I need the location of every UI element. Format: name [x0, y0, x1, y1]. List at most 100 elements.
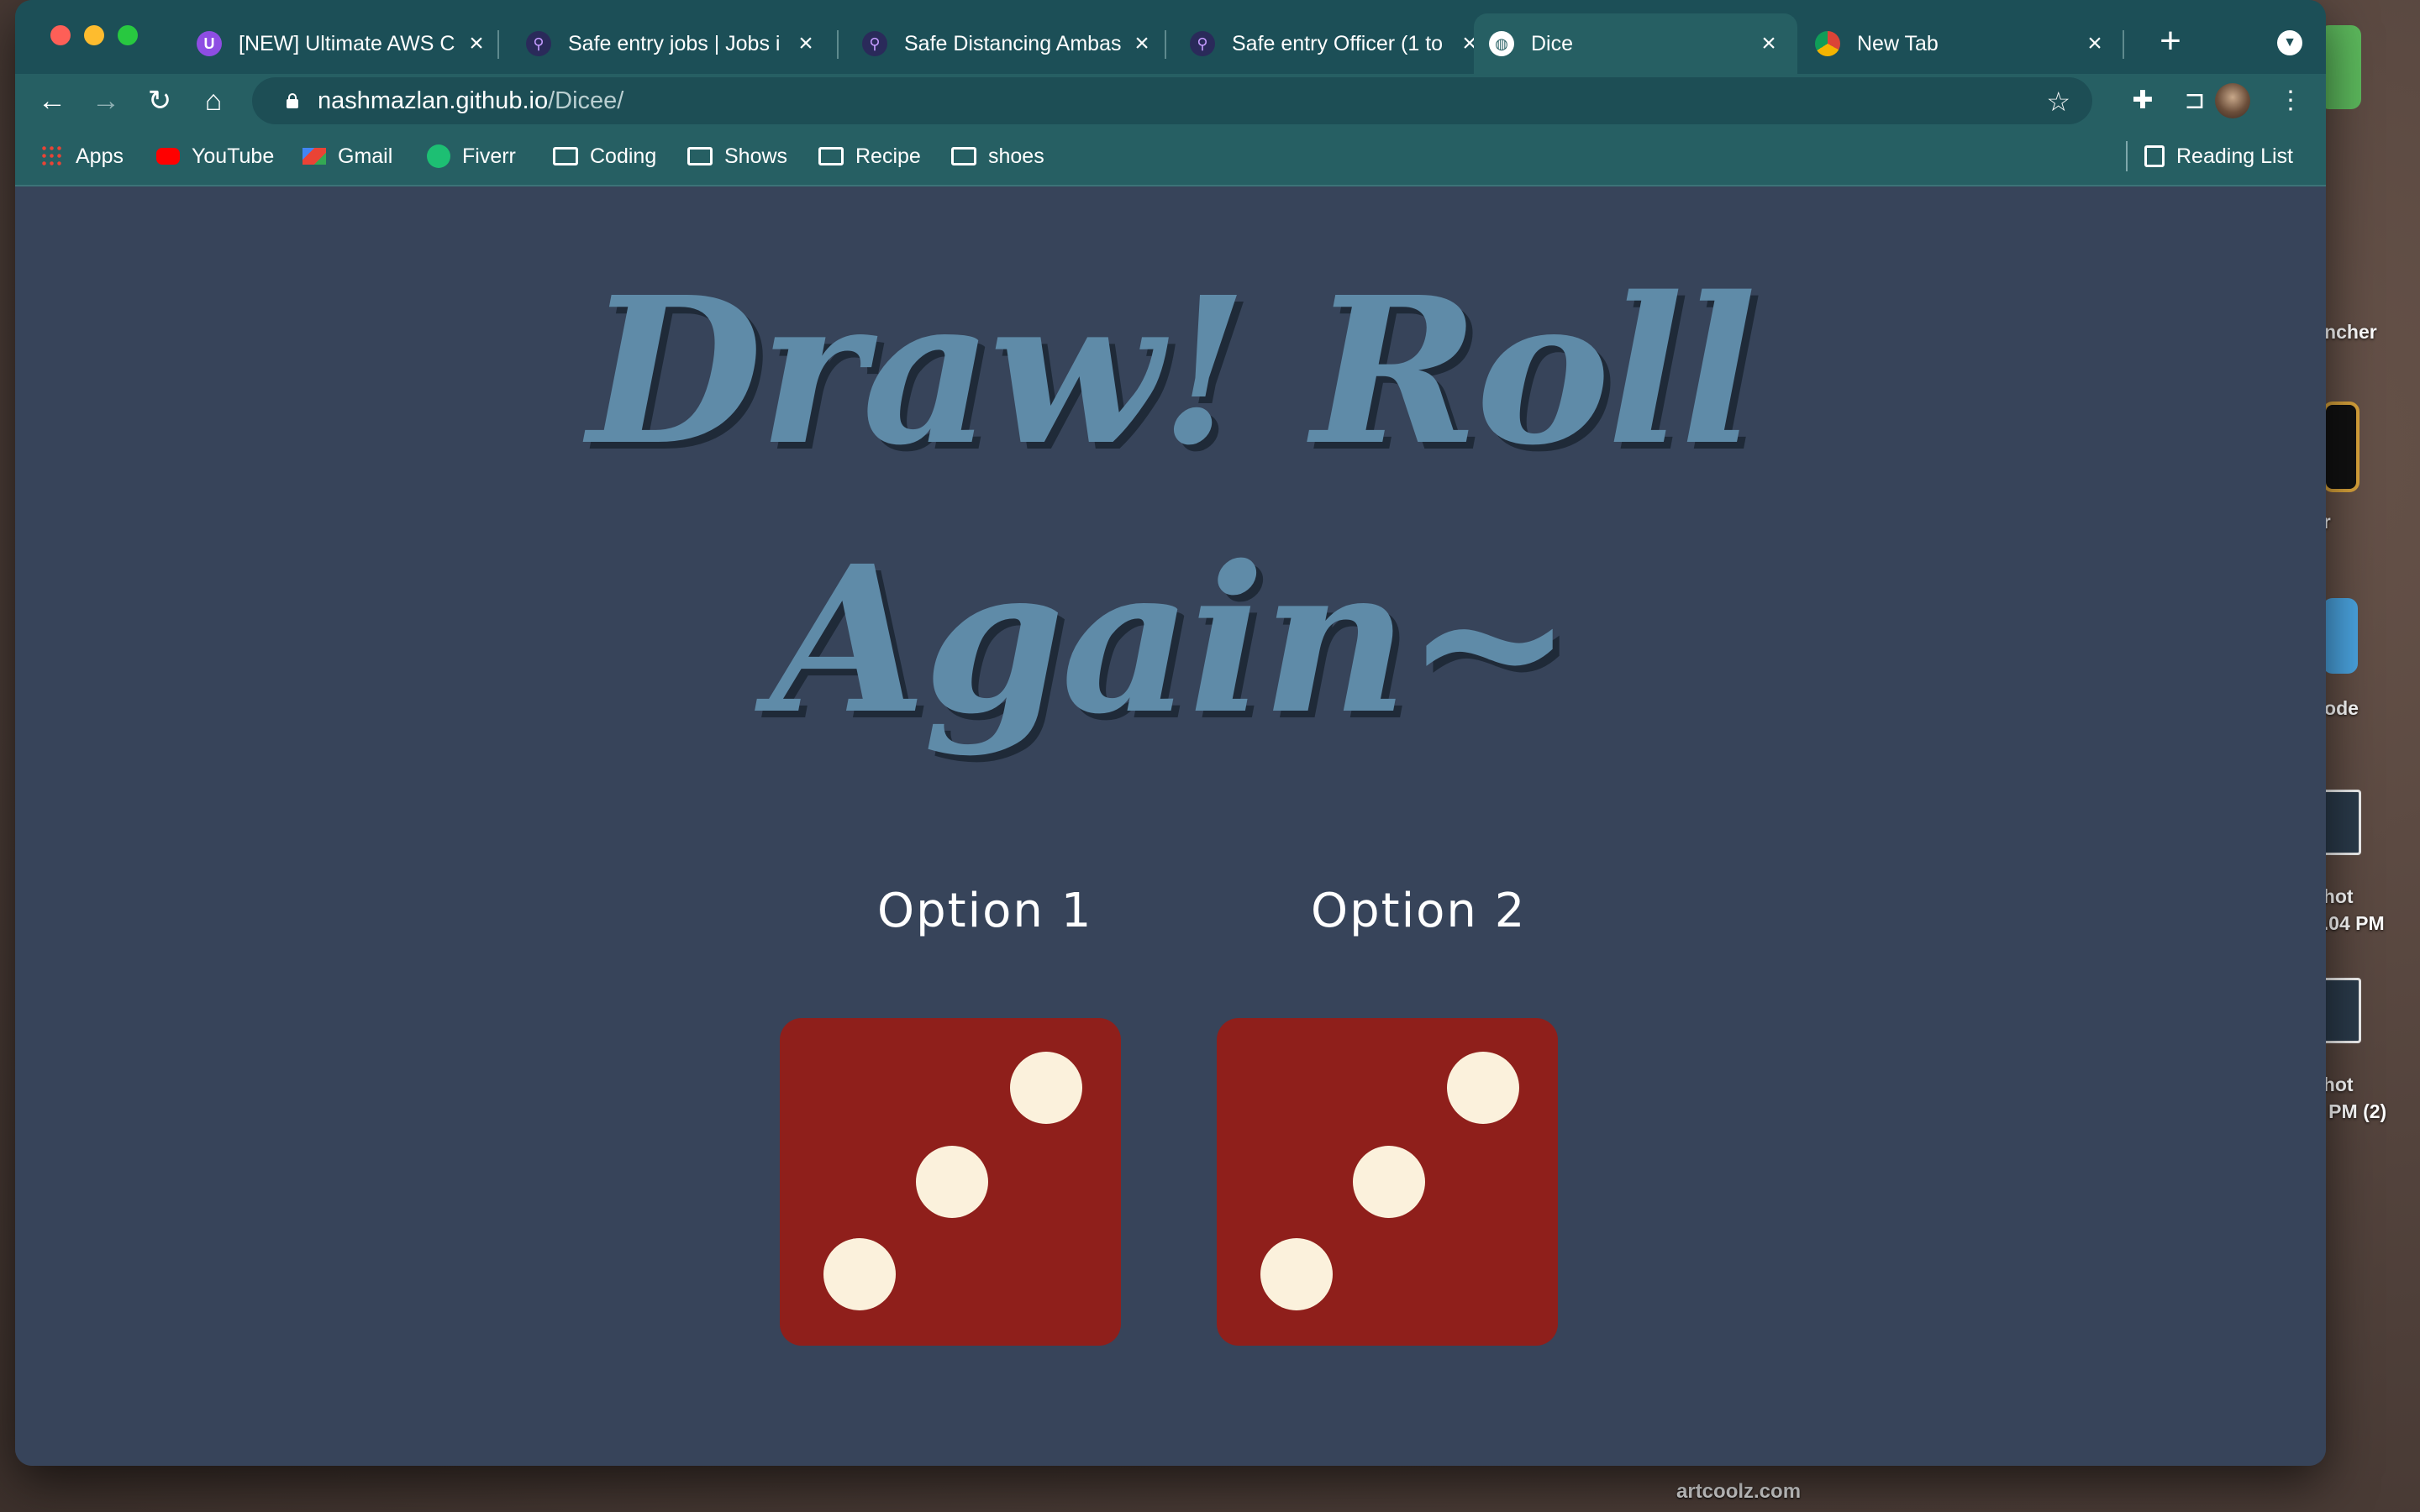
desktop-label: uncher	[2312, 321, 2377, 343]
desktop-file-icon[interactable]	[2323, 790, 2361, 855]
folder-icon	[951, 147, 976, 165]
udemy-icon: U	[197, 31, 222, 56]
menu-kebab-icon[interactable]: ⋮	[2275, 86, 2306, 116]
job-site-icon: ⚲	[526, 31, 551, 56]
tab-separator	[497, 30, 499, 59]
desktop-label: node	[2312, 697, 2359, 719]
desktop-label: shot	[2312, 885, 2354, 907]
tab-title: Dice	[1531, 31, 1574, 55]
back-icon[interactable]: ←	[32, 81, 72, 121]
desktop-label: 7.04 PM	[2312, 912, 2385, 934]
bookmark-folder-shoes[interactable]: shoes	[951, 141, 1044, 171]
page-content: Draw! Roll Again~ Option 1 Option 2	[15, 186, 2326, 1466]
tab-title: Safe entry Officer (1 to	[1232, 31, 1444, 55]
folder-icon	[818, 147, 844, 165]
tab-separator	[2123, 30, 2124, 59]
die-pip	[1447, 1052, 1519, 1124]
tab-search-icon[interactable]: ▼	[2277, 30, 2302, 55]
tab-title: [NEW] Ultimate AWS C	[239, 31, 455, 55]
tab-separator	[837, 30, 839, 59]
tab-title: Safe Distancing Ambas	[904, 31, 1122, 55]
player-2-label: Option 2	[1311, 884, 1527, 938]
tab-strip: U [NEW] Ultimate AWS C × ⚲ Safe entry jo…	[15, 0, 2326, 74]
bookmark-label: YouTube	[192, 144, 275, 168]
close-window-button[interactable]	[50, 25, 71, 45]
desktop-file-icon[interactable]	[2323, 978, 2361, 1043]
url-path: /Dicee/	[548, 87, 624, 114]
desktop-app-icon[interactable]	[2323, 402, 2360, 492]
wallpaper-credit: artcoolz.com	[1676, 1480, 1802, 1503]
tab-5[interactable]: New Tab ×	[1800, 13, 2123, 74]
bookmark-folder-coding[interactable]: Coding	[553, 141, 656, 171]
forward-icon[interactable]: →	[86, 81, 126, 121]
tab-title: New Tab	[1857, 31, 1939, 55]
tab-4[interactable]: ◍ Dice ×	[1474, 13, 1797, 74]
tab-title: Safe entry jobs | Jobs i	[568, 31, 781, 55]
maximize-window-button[interactable]	[118, 25, 138, 45]
bookmark-label: Coding	[590, 144, 657, 168]
close-icon[interactable]: ×	[1755, 29, 1782, 57]
apps-grid-icon	[40, 144, 64, 168]
bookmark-label: shoes	[988, 144, 1044, 168]
tab-3[interactable]: ⚲ Safe entry Officer (1 to ×	[1175, 13, 1498, 74]
close-icon[interactable]: ×	[463, 29, 490, 57]
bookmark-gmail[interactable]: Gmail	[302, 141, 392, 171]
desktop-label: er	[2312, 511, 2420, 533]
reading-list-icon	[2144, 145, 2165, 167]
bookmark-label: Gmail	[338, 144, 393, 168]
gmail-icon	[302, 148, 326, 165]
job-site-icon: ⚲	[862, 31, 887, 56]
die-pip	[1260, 1238, 1333, 1310]
lock-icon	[286, 93, 299, 108]
avatar[interactable]	[2215, 83, 2250, 118]
desktop-label: shot	[2312, 1074, 2354, 1095]
youtube-icon	[156, 148, 180, 165]
globe-icon: ◍	[1489, 31, 1514, 56]
browser-window: U [NEW] Ultimate AWS C × ⚲ Safe entry jo…	[15, 0, 2326, 1466]
minimize-window-button[interactable]	[84, 25, 104, 45]
fiverr-icon	[427, 144, 450, 168]
die-pip	[916, 1146, 988, 1218]
home-icon[interactable]: ⌂	[193, 81, 234, 121]
bookmark-folder-shows[interactable]: Shows	[687, 141, 787, 171]
toolbar: ← → ↻ ⌂ nashmazlan.github.io/Dicee/ ☆ ✚ …	[15, 74, 2326, 128]
die-pip	[1353, 1146, 1425, 1218]
chrome-icon	[1815, 31, 1840, 56]
desktop-folder-icon[interactable]	[2323, 598, 2358, 674]
bookmark-fiverr[interactable]: Fiverr	[427, 141, 516, 171]
close-icon[interactable]: ×	[2081, 29, 2108, 57]
reading-list-label: Reading List	[2176, 144, 2293, 168]
player-2-die	[1217, 1018, 1558, 1346]
close-icon[interactable]: ×	[792, 29, 819, 57]
bookmark-youtube[interactable]: YouTube	[156, 141, 274, 171]
player-1-label: Option 1	[877, 884, 1093, 938]
folder-icon	[687, 147, 713, 165]
bookmark-apps[interactable]: Apps	[40, 141, 124, 171]
close-icon[interactable]: ×	[1128, 29, 1155, 57]
bookmark-label: Recipe	[855, 144, 921, 168]
tab-1[interactable]: ⚲ Safe entry jobs | Jobs i ×	[511, 13, 834, 74]
bookmark-label: Shows	[724, 144, 788, 168]
bookmark-folder-recipe[interactable]: Recipe	[818, 141, 921, 171]
bookmark-star-icon[interactable]: ☆	[2046, 86, 2070, 118]
new-tab-button[interactable]: +	[2149, 22, 2191, 64]
die-pip	[823, 1238, 896, 1310]
desktop-label: 5 PM (2)	[2312, 1100, 2387, 1122]
reading-list-button[interactable]: Reading List	[2144, 141, 2293, 171]
bookmark-label: Fiverr	[462, 144, 516, 168]
cast-icon[interactable]: ⊐	[2180, 86, 2210, 116]
extensions-icon[interactable]: ✚	[2128, 86, 2158, 116]
address-bar[interactable]: nashmazlan.github.io/Dicee/ ☆	[252, 77, 2092, 124]
tab-2[interactable]: ⚲ Safe Distancing Ambas ×	[847, 13, 1171, 74]
folder-icon	[553, 147, 578, 165]
job-site-icon: ⚲	[1190, 31, 1215, 56]
tab-0[interactable]: U [NEW] Ultimate AWS C ×	[182, 13, 505, 74]
die-pip	[1010, 1052, 1082, 1124]
player-1-die	[780, 1018, 1121, 1346]
url-host: nashmazlan.github.io	[318, 87, 549, 114]
reload-icon[interactable]: ↻	[139, 81, 180, 121]
url-text: nashmazlan.github.io/Dicee/	[318, 87, 623, 115]
page-title: Draw! Roll Again~	[15, 237, 2326, 774]
title-line-1: Draw! Roll	[587, 253, 1756, 490]
bookmark-separator	[2126, 141, 2128, 171]
